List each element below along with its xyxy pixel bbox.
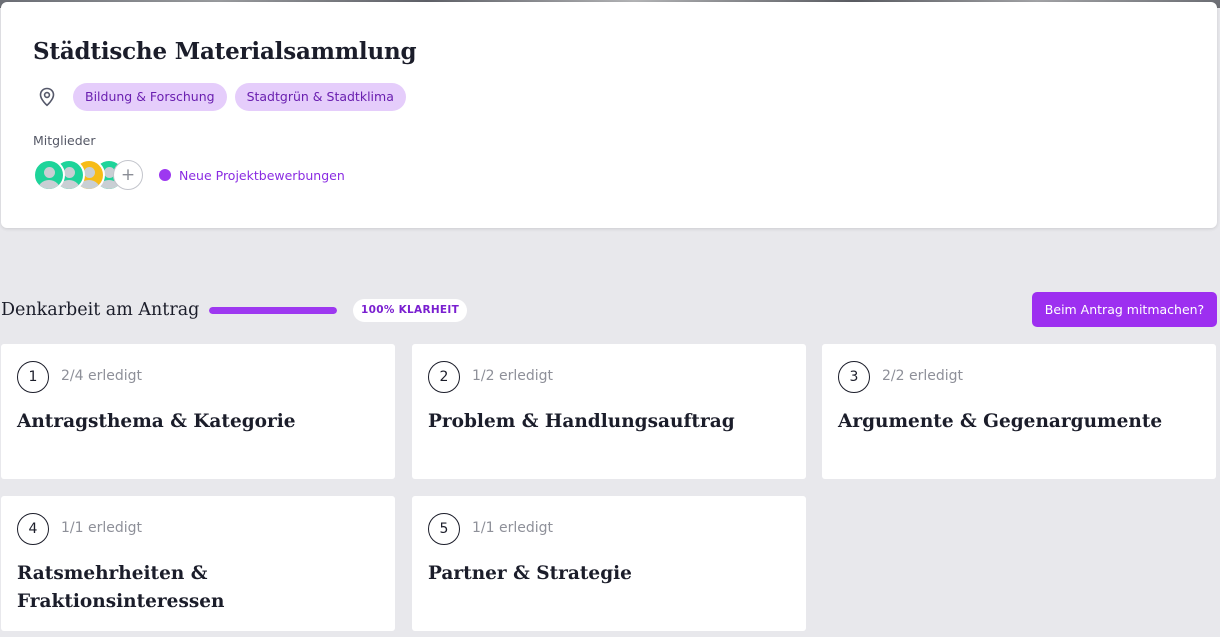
- step-title: Partner & Strategie: [428, 563, 632, 584]
- join-application-button[interactable]: Beim Antrag mitmachen?: [1032, 292, 1217, 327]
- step-card-5[interactable]: 5 1/1 erledigt Partner & Strategie: [412, 496, 806, 631]
- section-header: Denkarbeit am Antrag 100% KLARHEIT Beim …: [1, 292, 1217, 328]
- step-card-4[interactable]: 4 1/1 erledigt Ratsmehrheiten & Fraktion…: [1, 496, 395, 631]
- add-member-button[interactable]: +: [113, 160, 143, 190]
- clarity-progress-fill: [209, 307, 337, 314]
- step-status: 1/2 erledigt: [472, 368, 554, 384]
- step-title: Antragsthema & Kategorie: [17, 411, 296, 432]
- step-status: 2/4 erledigt: [61, 368, 143, 384]
- step-number: 3: [838, 361, 870, 393]
- clarity-badge: 100% KLARHEIT: [353, 299, 468, 322]
- step-number: 4: [17, 513, 49, 545]
- tag-stadtgruen-stadtklima[interactable]: Stadtgrün & Stadtklima: [234, 83, 406, 111]
- members-label: Mitglieder: [33, 133, 96, 148]
- members-row: + Neue Projektbewerbungen: [33, 159, 345, 191]
- step-title: Argumente & Gegenargumente: [838, 411, 1163, 432]
- project-meta-row: Bildung & Forschung Stadtgrün & Stadtkli…: [33, 82, 414, 112]
- project-header-card: Städtische Materialsammlung Bildung & Fo…: [1, 2, 1217, 228]
- step-title: Problem & Handlungsauftrag: [428, 411, 735, 432]
- step-status: 2/2 erledigt: [882, 368, 964, 384]
- project-title: Städtische Materialsammlung: [33, 38, 417, 65]
- step-title: Ratsmehrheiten & Fraktionsinteressen: [17, 563, 225, 612]
- notification-dot-icon: [159, 169, 171, 181]
- new-applications-label: Neue Projektbewerbungen: [179, 167, 345, 183]
- step-status: 1/1 erledigt: [61, 520, 143, 536]
- step-number: 5: [428, 513, 460, 545]
- step-number: 2: [428, 361, 460, 393]
- step-card-2[interactable]: 2 1/2 erledigt Problem & Handlungsauftra…: [412, 344, 806, 479]
- step-card-3[interactable]: 3 2/2 erledigt Argumente & Gegenargument…: [822, 344, 1216, 479]
- section-title: Denkarbeit am Antrag: [1, 300, 200, 320]
- new-applications-link[interactable]: Neue Projektbewerbungen: [159, 168, 345, 183]
- step-card-1[interactable]: 1 2/4 erledigt Antragsthema & Kategorie: [1, 344, 395, 479]
- step-status: 1/1 erledigt: [472, 520, 554, 536]
- step-number: 1: [17, 361, 49, 393]
- clarity-progress-bar: [209, 307, 337, 314]
- location-pin-icon[interactable]: [33, 83, 61, 111]
- tag-bildung-forschung[interactable]: Bildung & Forschung: [73, 83, 227, 111]
- member-avatar[interactable]: [33, 159, 65, 191]
